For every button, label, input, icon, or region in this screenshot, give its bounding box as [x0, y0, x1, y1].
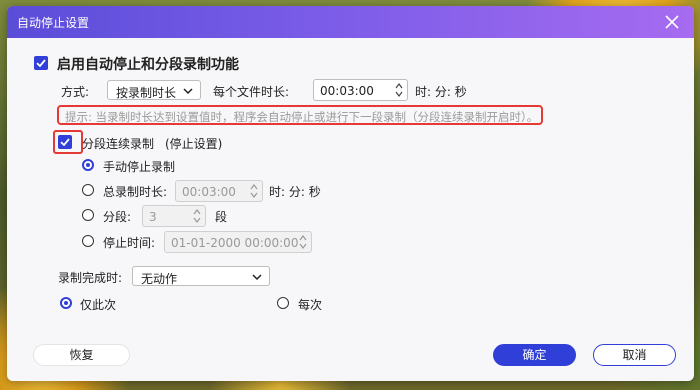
segment-sublabel: (停止设置) — [165, 137, 223, 151]
method-value: 按录制时长 — [116, 86, 177, 100]
per-file-duration-input[interactable]: 00:03:00 — [313, 79, 408, 101]
auto-stop-dialog: 自动停止设置 启用自动停止和分段录制功能 方式: 按录制时长 每个文件时长: 0… — [7, 6, 694, 381]
ok-button[interactable]: 确定 — [493, 344, 576, 366]
total-duration-radio[interactable] — [82, 184, 94, 196]
after-recording-label: 录制完成时: — [58, 271, 123, 285]
total-duration-value: 00:03:00 — [182, 185, 236, 199]
chevron-down-icon — [252, 274, 262, 281]
stop-time-input[interactable]: 01-01-2000 00:00:00 — [164, 231, 312, 253]
hint-text: 提示: 当录制时长达到设置值时，程序会自动停止或进行下一段录制（分段连续录制开启… — [65, 110, 539, 124]
once-label: 仅此次 — [80, 298, 117, 312]
check-icon — [36, 59, 46, 68]
restore-button[interactable]: 恢复 — [33, 344, 130, 366]
once-radio[interactable] — [60, 297, 72, 309]
title-bar: 自动停止设置 — [7, 6, 694, 38]
close-button[interactable] — [660, 10, 684, 34]
method-dropdown[interactable]: 按录制时长 — [107, 80, 201, 100]
hint-highlight: 提示: 当录制时长达到设置值时，程序会自动停止或进行下一段录制（分段连续录制开启… — [57, 105, 543, 125]
per-file-unit: 时: 分: 秒 — [415, 85, 467, 99]
every-time-radio[interactable] — [277, 297, 289, 309]
cancel-button[interactable]: 取消 — [593, 344, 676, 366]
spin-arrows-icon[interactable] — [192, 207, 202, 225]
chevron-down-icon — [183, 88, 193, 95]
dialog-title: 自动停止设置 — [17, 16, 90, 30]
segment-count-label: 分段: — [103, 210, 132, 224]
after-recording-value: 无动作 — [141, 272, 178, 286]
segment-count-radio[interactable] — [82, 209, 94, 221]
spin-arrows-icon[interactable] — [394, 81, 404, 99]
stop-time-label: 停止时间: — [103, 236, 156, 250]
every-time-label: 每次 — [298, 298, 323, 312]
total-duration-label: 总录制时长: — [103, 185, 168, 199]
enable-checkbox[interactable] — [34, 56, 48, 70]
segment-checkbox[interactable] — [58, 135, 72, 149]
manual-stop-radio[interactable] — [82, 159, 94, 171]
spin-arrows-icon[interactable] — [249, 182, 259, 200]
check-icon — [60, 138, 70, 147]
stop-time-radio[interactable] — [82, 235, 94, 247]
manual-stop-label: 手动停止录制 — [103, 160, 176, 174]
per-file-label: 每个文件时长: — [213, 85, 290, 99]
stop-time-value: 01-01-2000 00:00:00 — [171, 236, 299, 250]
segment-count-unit: 段 — [215, 210, 228, 224]
after-recording-dropdown[interactable]: 无动作 — [132, 266, 270, 286]
spin-arrows-icon[interactable] — [298, 233, 308, 251]
segment-label: 分段连续录制 — [82, 137, 155, 151]
method-label: 方式: — [61, 85, 90, 99]
enable-label: 启用自动停止和分段录制功能 — [57, 57, 239, 73]
segment-count-value: 3 — [149, 210, 157, 224]
total-duration-input[interactable]: 00:03:00 — [175, 180, 263, 202]
total-duration-unit: 时: 分: 秒 — [269, 185, 321, 199]
close-icon — [665, 15, 679, 29]
segment-count-input[interactable]: 3 — [142, 205, 206, 227]
per-file-value: 00:03:00 — [320, 84, 374, 98]
